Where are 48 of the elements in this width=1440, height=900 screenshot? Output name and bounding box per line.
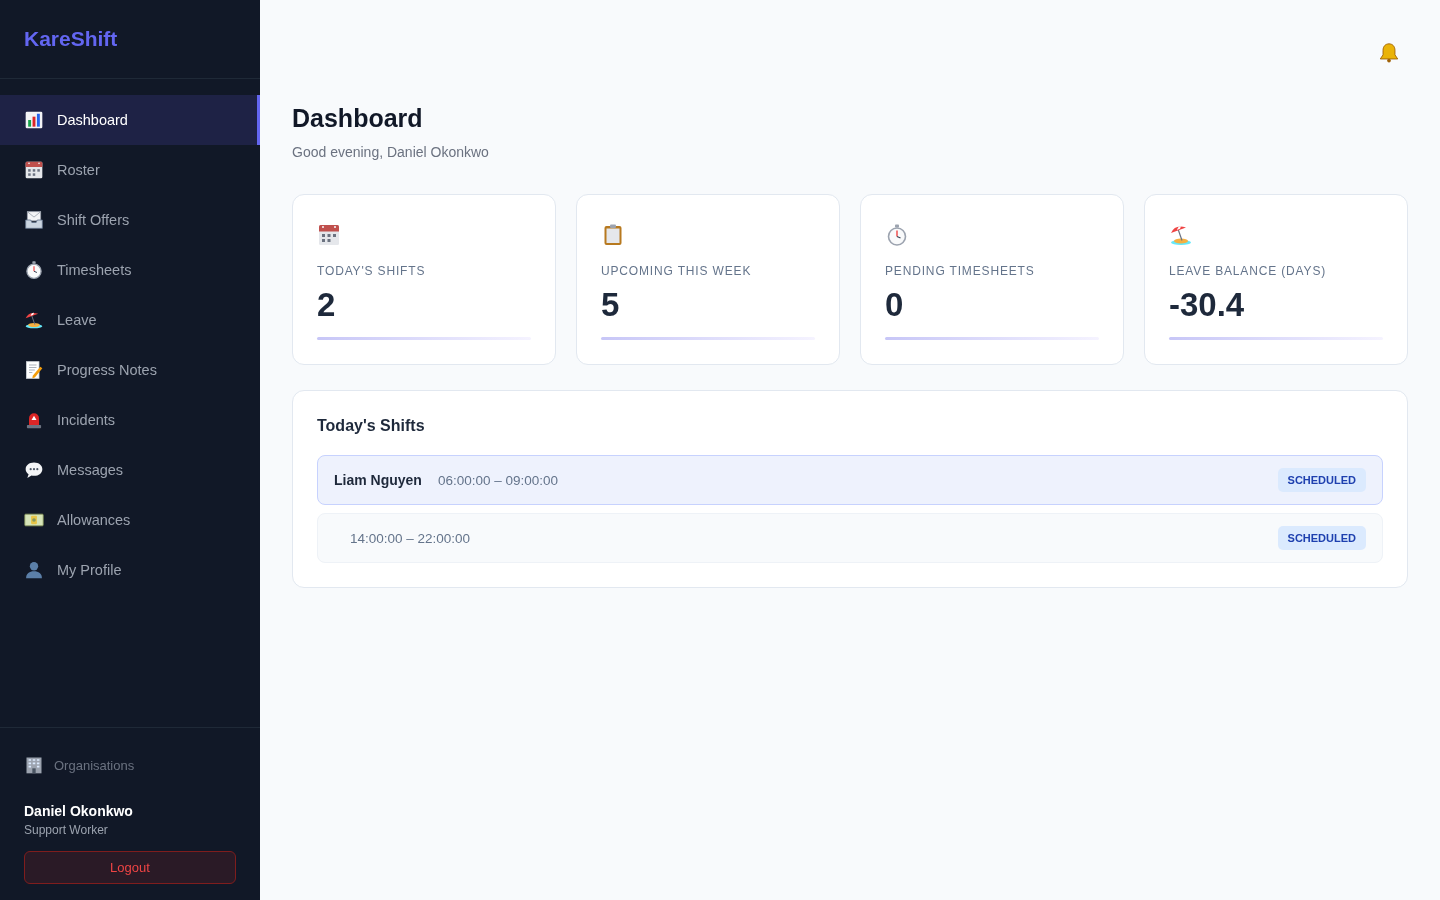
shift-time: 06:00:00 – 09:00:00 [437,472,558,488]
speech-bubble-icon [24,460,44,480]
user-role: Support Worker [24,822,108,838]
nav-item[interactable]: Messages [0,445,260,495]
shift-row[interactable]: Liam Nguyen 06:00:00 – 09:00:00 SCHEDULED [317,455,1383,505]
stat-label: PENDING TIMESHEETS [885,263,1035,279]
user-name: Daniel Okonkwo [24,802,133,820]
nav-item[interactable]: Allowances [0,495,260,545]
memo-pencil-icon [24,360,44,380]
nav-item[interactable]: Progress Notes [0,345,260,395]
nav-item[interactable]: My Profile [0,545,260,595]
stat-label: LEAVE BALANCE (DAYS) [1169,263,1327,279]
stat-label: UPCOMING THIS WEEK [601,263,752,279]
bell-icon [1378,42,1400,64]
panel-title: Today's Shifts [317,416,426,436]
office-building-icon [24,755,44,775]
nav-item[interactable]: Roster [0,145,260,195]
status-badge: SCHEDULED [1277,468,1366,492]
envelope-tray-icon [24,210,44,230]
person-icon [24,560,44,580]
beach-umbrella-icon [1169,223,1193,247]
organisations-link[interactable]: Organisations [24,755,135,775]
beach-umbrella-icon [24,310,44,330]
status-badge: SCHEDULED [1277,526,1366,550]
page-title: Dashboard [292,103,424,133]
nav-item[interactable]: Shift Offers [0,195,260,245]
shift-row[interactable]: 14:00:00 – 22:00:00 SCHEDULED [317,513,1383,563]
nav-item[interactable]: Incidents [0,395,260,445]
stopwatch-icon [24,260,44,280]
greeting-text: Good evening, Daniel Okonkwo [292,143,490,162]
calendar-icon [24,160,44,180]
stat-value: 0 [885,286,904,324]
nav-item[interactable]: Timesheets [0,245,260,295]
logout-button[interactable]: Logout [24,851,236,884]
siren-icon [24,410,44,430]
shift-time: 14:00:00 – 22:00:00 [350,530,471,546]
nav-item[interactable]: Dashboard [0,95,260,145]
notifications-button[interactable] [1378,42,1400,64]
worker-name: Liam Nguyen [334,472,422,488]
stat-value: -30.4 [1169,286,1245,324]
calendar-icon [317,223,341,247]
stopwatch-icon [885,223,909,247]
bar-chart-icon [24,110,44,130]
stat-value: 2 [317,286,336,324]
stat-value: 5 [601,286,620,324]
brand-logo[interactable]: KareShift [24,26,118,52]
nav-item[interactable]: Leave [0,295,260,345]
stat-label: TODAY'S SHIFTS [317,263,426,279]
